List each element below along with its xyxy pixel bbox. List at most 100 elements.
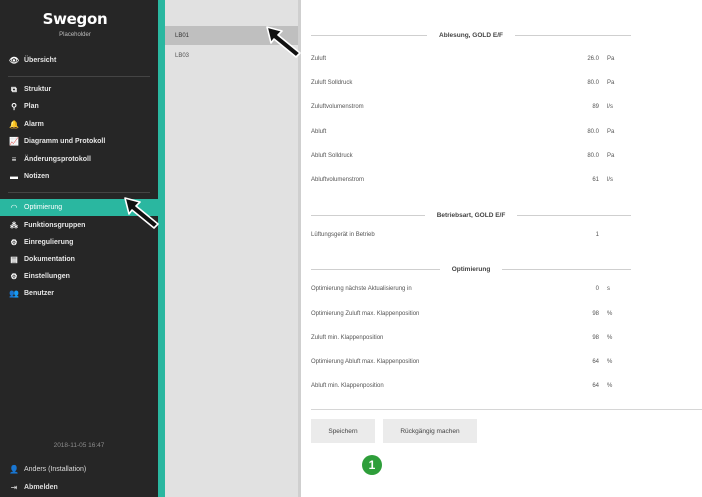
row-value: 98 xyxy=(592,335,599,341)
sidebar: Swegon Placeholder 👁 Übersicht ⧉ Struktu… xyxy=(0,0,158,497)
sidebar-item-dokumentation[interactable]: ▤ Dokumentation xyxy=(0,251,158,268)
main-content: Ablesung, GOLD E/F Zuluft 26.0 Pa Zuluft… xyxy=(301,0,702,497)
sidebar-item-diagramm[interactable]: 📈 Diagramm und Protokoll xyxy=(0,133,158,150)
data-row: Abluft min. Klappenposition 64 % xyxy=(311,383,621,395)
section-title: Betriebsart, GOLD E/F xyxy=(436,211,506,219)
user-account[interactable]: 👤 Anders (Installation) xyxy=(0,462,158,477)
row-label: Abluft Solldruck xyxy=(311,153,353,159)
settings-icon: ⚙ xyxy=(10,272,18,281)
sidebar-item-label: Einstellungen xyxy=(24,273,70,280)
data-row: Zuluft min. Klappenposition 98 % xyxy=(311,335,621,347)
row-unit: % xyxy=(607,359,613,365)
row-label: Zuluftvolumenstrom xyxy=(311,104,364,110)
data-row: Zuluftvolumenstrom 89 l/s xyxy=(311,104,621,116)
sidebar-divider xyxy=(8,192,150,193)
sidebar-item-notizen[interactable]: ▬ Notizen xyxy=(0,168,158,185)
row-label: Zuluft xyxy=(311,56,327,62)
logout-button[interactable]: ⇥ Abmelden xyxy=(0,480,158,495)
sidebar-item-einregulierung[interactable]: ⚙ Einregulierung xyxy=(0,234,158,251)
brand-logo: Swegon xyxy=(42,10,108,28)
sidebar-item-struktur[interactable]: ⧉ Struktur xyxy=(0,81,158,98)
save-button[interactable]: Speichern xyxy=(311,419,375,443)
list-item-label: LB01 xyxy=(175,32,190,39)
sidebar-item-plan[interactable]: ⚲ Plan xyxy=(0,98,158,115)
row-unit: % xyxy=(607,311,613,317)
actions-divider xyxy=(311,409,702,410)
data-row: Abluftvolumenstrom 61 l/s xyxy=(311,177,621,189)
sidebar-item-label: Notizen xyxy=(24,173,50,180)
logout-icon: ⇥ xyxy=(10,483,18,492)
row-unit: Pa xyxy=(607,129,615,135)
data-row: Zuluft 26.0 Pa xyxy=(311,56,621,68)
row-label: Zuluft Solldruck xyxy=(311,80,353,86)
chart-icon: 📈 xyxy=(9,137,19,146)
data-row: Abluft 80.0 Pa xyxy=(311,129,621,141)
bell-icon: 🔔 xyxy=(9,120,19,129)
divider-line xyxy=(517,214,631,216)
row-unit: % xyxy=(607,335,613,341)
divider-line xyxy=(502,268,632,270)
sidebar-item-label: Struktur xyxy=(24,86,52,93)
sidebar-item-einstellungen[interactable]: ⚙ Einstellungen xyxy=(0,268,158,285)
callout-badge: 1 xyxy=(362,455,382,475)
section-header-ablesung: Ablesung, GOLD E/F xyxy=(311,30,632,40)
row-label: Optimierung Zuluft max. Klappenposition xyxy=(311,311,420,317)
sidebar-item-uebersicht[interactable]: 👁 Übersicht xyxy=(0,52,158,69)
row-label: Lüftungsgerät in Betrieb xyxy=(311,232,375,238)
users-icon: 👥 xyxy=(9,289,19,298)
section-title: Ablesung, GOLD E/F xyxy=(439,31,503,39)
row-unit: Pa xyxy=(607,80,615,86)
row-label: Abluft xyxy=(311,129,327,135)
sidebar-item-label: Benutzer xyxy=(24,290,54,297)
structure-icon: ⧉ xyxy=(11,84,17,94)
user-icon: 👤 xyxy=(9,465,19,474)
sidebar-item-label: Alarm xyxy=(24,121,44,128)
row-value: 80.0 xyxy=(587,129,599,135)
sidebar-item-label: Funktionsgruppen xyxy=(24,222,86,229)
row-value: 80.0 xyxy=(587,80,599,86)
data-row: Optimierung Zuluft max. Klappenposition … xyxy=(311,311,621,323)
gauge-icon: ◠ xyxy=(10,203,18,212)
data-row: Abluft Solldruck 80.0 Pa xyxy=(311,153,621,165)
row-label: Zuluft min. Klappenposition xyxy=(311,335,384,341)
user-name: Anders (Installation) xyxy=(24,466,87,473)
row-label: Abluftvolumenstrom xyxy=(311,177,365,183)
row-unit: l/s xyxy=(607,177,613,183)
sidebar-item-alarm[interactable]: 🔔 Alarm xyxy=(0,116,158,133)
row-label: Optimierung nächste Aktualisierung in xyxy=(311,286,412,292)
sidebar-divider xyxy=(8,76,150,77)
section-header-betriebsart: Betriebsart, GOLD E/F xyxy=(311,210,631,220)
sidebar-item-benutzer[interactable]: 👥 Benutzer xyxy=(0,285,158,302)
list-item-label: LB03 xyxy=(175,52,190,59)
row-unit: Pa xyxy=(607,153,615,159)
sidebar-item-label: Übersicht xyxy=(24,57,57,64)
unit-list: LB01 LB03 xyxy=(165,0,298,497)
pointer-arrow-icon xyxy=(124,197,159,229)
undo-button[interactable]: Rückgängig machen xyxy=(383,419,477,443)
sidebar-item-label: Dokumentation xyxy=(24,256,75,263)
sidebar-accent-bar xyxy=(158,0,165,497)
data-row: Optimierung Abluft max. Klappenposition … xyxy=(311,359,621,371)
section-title: Optimierung xyxy=(451,265,491,273)
pointer-arrow-icon xyxy=(266,26,301,58)
row-label: Optimierung Abluft max. Klappenposition xyxy=(311,359,420,365)
data-row: Optimierung nächste Aktualisierung in 0 … xyxy=(311,286,621,298)
row-value: 89 xyxy=(592,104,599,110)
list-icon: ≡ xyxy=(11,155,17,164)
data-row: Lüftungsgerät in Betrieb 1 xyxy=(311,232,621,244)
brand-subtitle: Placeholder xyxy=(59,32,91,38)
eye-icon: 👁 xyxy=(8,56,20,65)
row-value: 61 xyxy=(592,177,599,183)
sidebar-item-label: Änderungsprotokoll xyxy=(24,156,91,163)
row-value: 26.0 xyxy=(587,56,599,62)
note-icon: ▬ xyxy=(10,172,18,181)
sidebar-item-label: Diagramm und Protokoll xyxy=(24,138,106,145)
document-icon: ▤ xyxy=(10,255,18,264)
row-unit: % xyxy=(607,383,613,389)
sidebar-item-aenderungsprotokoll[interactable]: ≡ Änderungsprotokoll xyxy=(0,151,158,168)
row-unit: s xyxy=(607,286,610,292)
sidebar-item-label: Optimierung xyxy=(24,204,63,211)
row-value: 1 xyxy=(595,232,599,238)
timestamp: 2018-11-05 16:47 xyxy=(53,442,105,449)
divider-line xyxy=(311,268,440,270)
